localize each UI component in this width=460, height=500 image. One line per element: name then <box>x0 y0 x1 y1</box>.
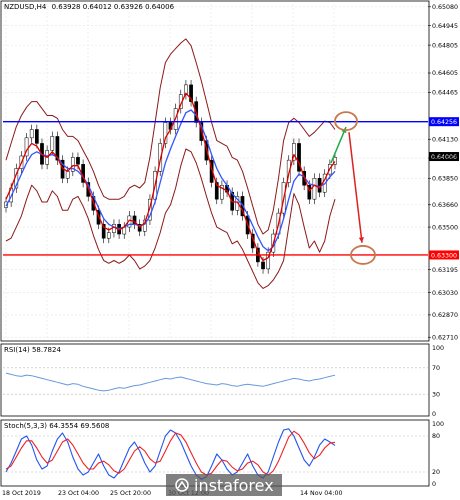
stoch-tick-label: 100 <box>432 421 444 428</box>
level-price-label: 0.63300 <box>431 252 457 259</box>
rsi-pane-frame <box>0 343 430 417</box>
price-tick-label: 0.64945 <box>432 23 458 30</box>
price-tick-label: 0.62710 <box>432 334 458 341</box>
watermark-text: instaforex <box>194 476 274 495</box>
candle-body <box>34 129 39 144</box>
price-tick-label: 0.63850 <box>432 175 458 182</box>
candle-body <box>29 129 34 139</box>
price-tick-label: 0.64605 <box>432 70 458 77</box>
rsi-tick-label: 0 <box>432 411 436 418</box>
stoch-tick-label: 80 <box>432 433 440 440</box>
rsi-tick-label: 70 <box>432 365 440 372</box>
ohlc-values: 0.63928 0.64012 0.63926 0.64006 <box>52 3 175 11</box>
price-pane-frame <box>0 0 430 342</box>
price-axis: 0.65080 0.64945 0.64805 0.64605 0.64465 0.641… <box>428 4 458 341</box>
candle-body <box>50 136 55 151</box>
price-tick-label: 0.63660 <box>432 202 458 209</box>
time-tick-label: 18 Oct 2019 <box>2 490 41 497</box>
rsi-tick-label: 100 <box>432 345 444 352</box>
stoch-tick-label: 0 <box>432 481 436 488</box>
price-tick-label: 0.63500 <box>432 224 458 231</box>
instaforex-watermark: instaforex <box>166 474 282 496</box>
price-tick-label: 0.63995 <box>432 155 458 162</box>
price-tick-label: 0.64465 <box>432 90 458 97</box>
price-tick-label: 0.63030 <box>432 290 458 297</box>
time-tick-label: 23 Oct 04:00 <box>58 490 99 497</box>
price-tick-label: 0.62870 <box>432 312 458 319</box>
trading-chart: 0.642560.633000.64006 0.650800.649450.64… <box>0 0 459 497</box>
rsi-tick-label: 30 <box>432 391 440 398</box>
price-tick-label: 0.65080 <box>432 4 458 11</box>
symbol-label: NZDUSD,H4 0.63928 0.64012 0.63926 0.6400… <box>4 3 175 11</box>
stoch-label: Stoch(5,3,3) 64.3554 69.5608 <box>4 422 109 430</box>
level-price-label: 0.64256 <box>431 119 457 126</box>
candle-body <box>76 157 80 165</box>
price-tick-label: 0.64130 <box>432 136 458 143</box>
candle-body <box>65 171 70 179</box>
rsi-label: RSI(14) 58.7824 <box>4 346 61 354</box>
stoch-tick-label: 20 <box>432 469 440 476</box>
time-tick-label: 14 Nov 04:00 <box>300 490 342 497</box>
candle-body <box>106 232 111 239</box>
price-tick-label: 0.63195 <box>432 267 458 274</box>
time-tick-label: 25 Oct 20:00 <box>110 490 151 497</box>
candle-body <box>261 261 265 270</box>
symbol-name: NZDUSD,H4 <box>4 3 47 11</box>
price-tick-label: 0.64805 <box>432 42 458 49</box>
candle-body <box>312 178 317 200</box>
